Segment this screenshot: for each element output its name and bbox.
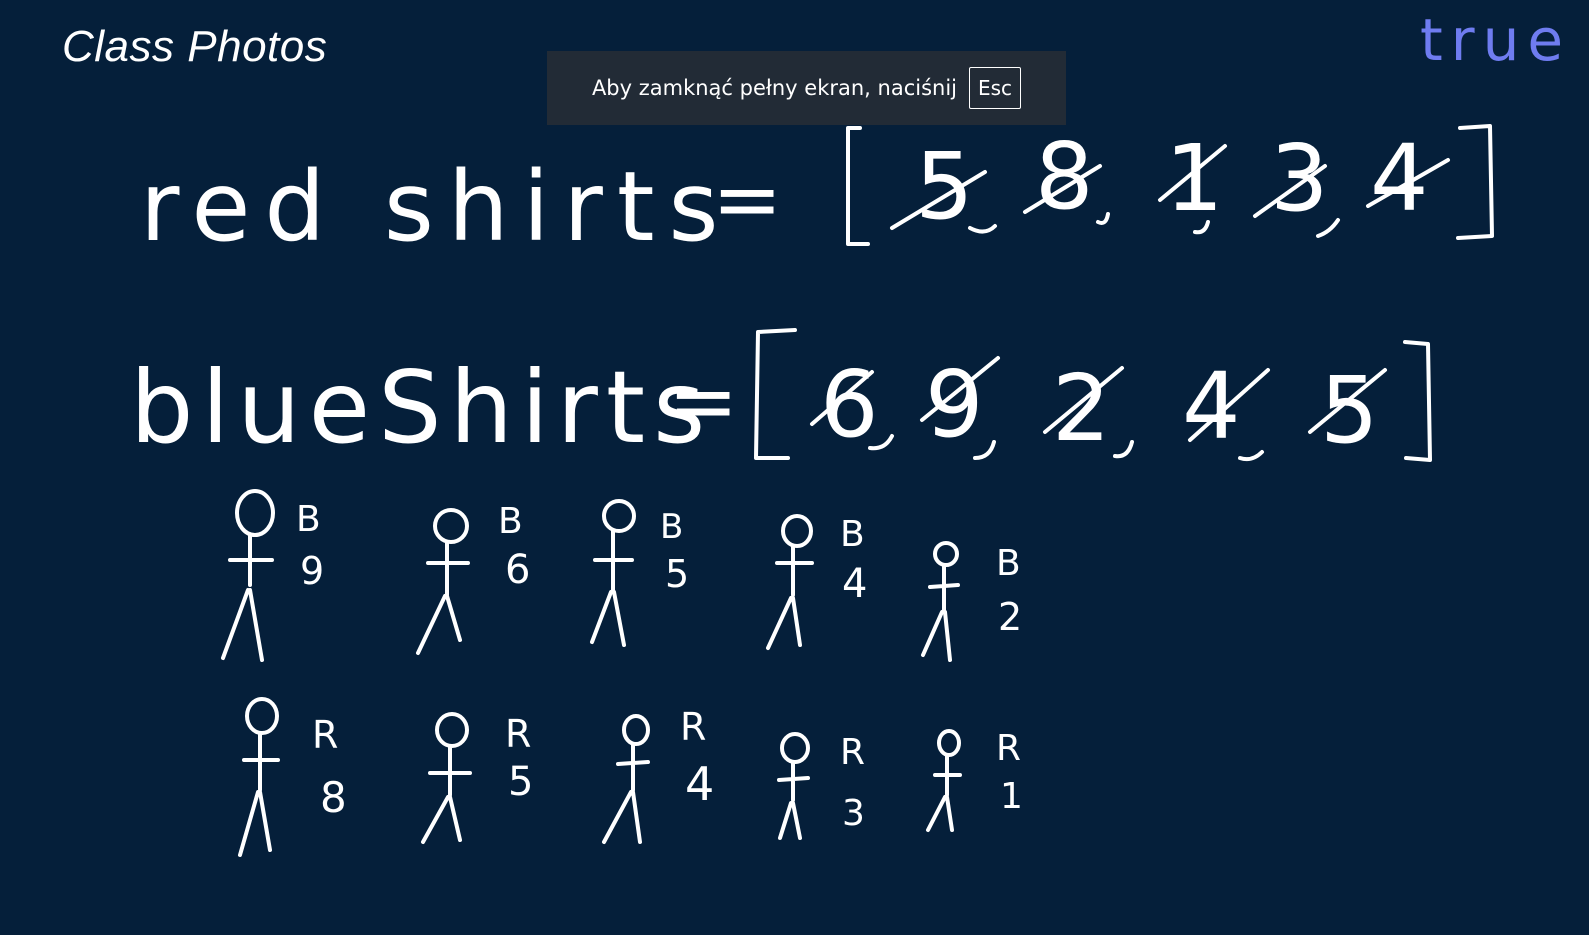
figure-tag: R (312, 713, 338, 757)
figure-number: 5 (665, 552, 689, 596)
red-equals-sign: = (712, 150, 782, 248)
blue-figure: B 4 (766, 514, 867, 650)
red-figure: R 8 (238, 697, 347, 857)
handwriting-canvas[interactable]: true red shirts = 5 8 1 3 4 blueShirts =… (0, 0, 1589, 935)
red-figure: R 4 (602, 705, 714, 844)
blue-value: 6 (820, 351, 879, 458)
blue-values: 6 9 2 4 5 (810, 351, 1387, 464)
figure-tag: R (996, 728, 1021, 769)
blue-value: 2 (1052, 355, 1111, 462)
figure-tag: B (498, 501, 523, 542)
red-value: 3 (1270, 125, 1329, 232)
blue-figure: B 9 (221, 489, 324, 662)
red-values: 5 8 1 3 4 (890, 123, 1450, 240)
figure-number: 4 (685, 757, 714, 811)
blue-figure: B 5 (590, 499, 689, 647)
figure-tag: B (660, 507, 683, 547)
figure-number: 4 (842, 561, 867, 607)
blue-open-bracket (754, 328, 797, 460)
blue-value: 4 (1182, 353, 1241, 460)
figure-number: 6 (505, 547, 530, 593)
result-text: true (1420, 6, 1571, 74)
red-value: 1 (1165, 125, 1224, 232)
red-open-bracket (846, 126, 870, 246)
figure-tag: B (296, 499, 321, 540)
figure-tag: R (840, 732, 865, 773)
blue-value: 9 (925, 351, 984, 458)
figure-tag: R (505, 712, 531, 756)
red-close-bracket (1456, 124, 1494, 240)
blue-close-bracket (1403, 340, 1432, 462)
blue-shirts-label: blueShirts (130, 349, 713, 466)
figure-tag: B (996, 543, 1021, 584)
blue-figure: B 2 (921, 541, 1022, 662)
figure-tag: B (840, 514, 865, 555)
figure-number: 3 (842, 793, 865, 834)
red-figure: R 1 (926, 728, 1023, 832)
blue-equals-sign: = (668, 352, 738, 450)
red-figure: R 5 (421, 712, 533, 844)
figure-tag: R (680, 705, 706, 749)
red-figure: R 3 (777, 732, 865, 840)
blue-value: 5 (1320, 357, 1379, 464)
figure-number: 8 (320, 773, 347, 822)
red-shirts-label: red shirts (140, 151, 733, 263)
blue-figure: B 6 (416, 501, 530, 655)
figure-number: 5 (508, 759, 533, 805)
figure-number: 2 (998, 595, 1022, 639)
figure-number: 9 (300, 549, 324, 593)
figure-number: 1 (1000, 776, 1023, 817)
